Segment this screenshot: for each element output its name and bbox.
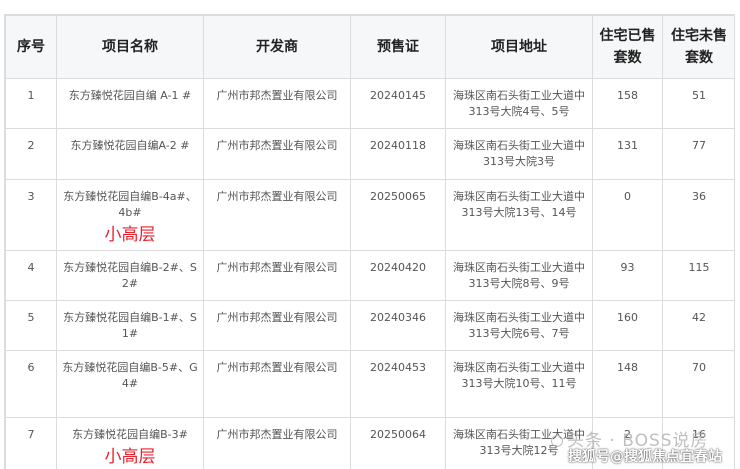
cell-index: 6 bbox=[5, 350, 57, 418]
cell-presale: 20240420 bbox=[350, 250, 446, 301]
cell-address: 海珠区南石头街工业大道中313号大院10号、11号 bbox=[445, 350, 593, 418]
cell-index: 2 bbox=[5, 128, 57, 180]
toutiao-logo-icon bbox=[551, 435, 563, 447]
cell-developer: 广州市邦杰置业有限公司 bbox=[203, 300, 351, 351]
cell-presale: 20240145 bbox=[350, 78, 446, 129]
cell-unsold: 42 bbox=[662, 300, 734, 351]
presale-table-frame: 序号 项目名称 开发商 预售证 项目地址 住宅已售套数 住宅未售套数 1 东方臻… bbox=[4, 14, 735, 469]
cell-unsold: 115 bbox=[662, 250, 734, 301]
project-name: 东方臻悦花园自编B-4a#、4b# bbox=[63, 190, 197, 219]
cell-developer: 广州市邦杰置业有限公司 bbox=[203, 128, 351, 180]
presale-table: 序号 项目名称 开发商 预售证 项目地址 住宅已售套数 住宅未售套数 1 东方臻… bbox=[5, 15, 734, 469]
header-unsold: 住宅未售 套数 bbox=[662, 15, 734, 79]
table-row: 5 东方臻悦花园自编B-1#、S1# 广州市邦杰置业有限公司 20240346 … bbox=[5, 300, 734, 351]
cell-project: 东方臻悦花园自编B-2#、S2# bbox=[56, 250, 204, 301]
cell-project: 东方臻悦花园自编B-1#、S1# bbox=[56, 300, 204, 351]
cell-index: 1 bbox=[5, 78, 57, 129]
cell-unsold: 36 bbox=[662, 179, 734, 251]
cell-project: 东方臻悦花园自编 A-1 # bbox=[56, 78, 204, 129]
cell-index: 5 bbox=[5, 300, 57, 351]
cell-developer: 广州市邦杰置业有限公司 bbox=[203, 78, 351, 129]
table-row: 1 东方臻悦花园自编 A-1 # 广州市邦杰置业有限公司 20240145 海珠… bbox=[5, 78, 734, 129]
header-sold: 住宅已售 套数 bbox=[592, 15, 663, 79]
cell-project: 东方臻悦花园自编A-2 # bbox=[56, 128, 204, 180]
header-developer: 开发商 bbox=[203, 15, 351, 79]
header-unsold-line1: 住宅未售 bbox=[671, 28, 727, 44]
cell-sold: 93 bbox=[592, 250, 663, 301]
cell-address: 海珠区南石头街工业大道中313号大院6号、7号 bbox=[445, 300, 593, 351]
header-project: 项目名称 bbox=[56, 15, 204, 79]
cell-address: 海珠区南石头街工业大道中313号大院3号 bbox=[445, 128, 593, 180]
cell-index: 7 bbox=[5, 417, 57, 469]
cell-sold: 0 bbox=[592, 179, 663, 251]
header-index: 序号 bbox=[5, 15, 57, 79]
header-presale: 预售证 bbox=[350, 15, 446, 79]
cell-index: 3 bbox=[5, 179, 57, 251]
cell-unsold: 70 bbox=[662, 350, 734, 418]
header-address: 项目地址 bbox=[445, 15, 593, 79]
table-row: 2 东方臻悦花园自编A-2 # 广州市邦杰置业有限公司 20240118 海珠区… bbox=[5, 128, 734, 180]
cell-presale: 20250064 bbox=[350, 417, 446, 469]
cell-project: 东方臻悦花园自编B-5#、G4# bbox=[56, 350, 204, 418]
table-header-row: 序号 项目名称 开发商 预售证 项目地址 住宅已售套数 住宅未售套数 bbox=[5, 15, 734, 79]
building-type-annotation: 小高层 bbox=[104, 447, 156, 467]
cell-presale: 20240118 bbox=[350, 128, 446, 180]
cell-presale: 20240346 bbox=[350, 300, 446, 351]
cell-developer: 广州市邦杰置业有限公司 bbox=[203, 350, 351, 418]
cell-project: 东方臻悦花园自编B-3# 小高层 bbox=[56, 417, 204, 469]
cell-unsold: 77 bbox=[662, 128, 734, 180]
cell-developer: 广州市邦杰置业有限公司 bbox=[203, 250, 351, 301]
project-name: 东方臻悦花园自编B-3# bbox=[72, 428, 188, 441]
cell-sold: 158 bbox=[592, 78, 663, 129]
cell-presale: 20250065 bbox=[350, 179, 446, 251]
cell-address: 海珠区南石头街工业大道中313号大院8号、9号 bbox=[445, 250, 593, 301]
cell-address: 海珠区南石头街工业大道中313号大院13号、14号 bbox=[445, 179, 593, 251]
table-row: 6 东方臻悦花园自编B-5#、G4# 广州市邦杰置业有限公司 20240453 … bbox=[5, 350, 734, 418]
cell-index: 4 bbox=[5, 250, 57, 301]
header-unsold-line2: 套数 bbox=[685, 50, 713, 66]
cell-sold: 160 bbox=[592, 300, 663, 351]
header-sold-line1: 住宅已售 bbox=[599, 28, 656, 44]
cell-sold: 131 bbox=[592, 128, 663, 180]
table-row: 3 东方臻悦花园自编B-4a#、4b# 小高层 广州市邦杰置业有限公司 2025… bbox=[5, 179, 734, 251]
cell-presale: 20240453 bbox=[350, 350, 446, 418]
cell-unsold: 51 bbox=[662, 78, 734, 129]
cell-developer: 广州市邦杰置业有限公司 bbox=[203, 179, 351, 251]
cell-developer: 广州市邦杰置业有限公司 bbox=[203, 417, 351, 469]
cell-address: 海珠区南石头街工业大道中313号大院4号、5号 bbox=[445, 78, 593, 129]
cell-project: 东方臻悦花园自编B-4a#、4b# 小高层 bbox=[56, 179, 204, 251]
sohu-watermark: 搜狐号@搜狐焦点宜春站 bbox=[568, 449, 722, 465]
building-type-annotation: 小高层 bbox=[104, 225, 156, 245]
cell-sold: 148 bbox=[592, 350, 663, 418]
table-row: 4 东方臻悦花园自编B-2#、S2# 广州市邦杰置业有限公司 20240420 … bbox=[5, 250, 734, 301]
header-sold-line2: 套数 bbox=[613, 50, 642, 66]
